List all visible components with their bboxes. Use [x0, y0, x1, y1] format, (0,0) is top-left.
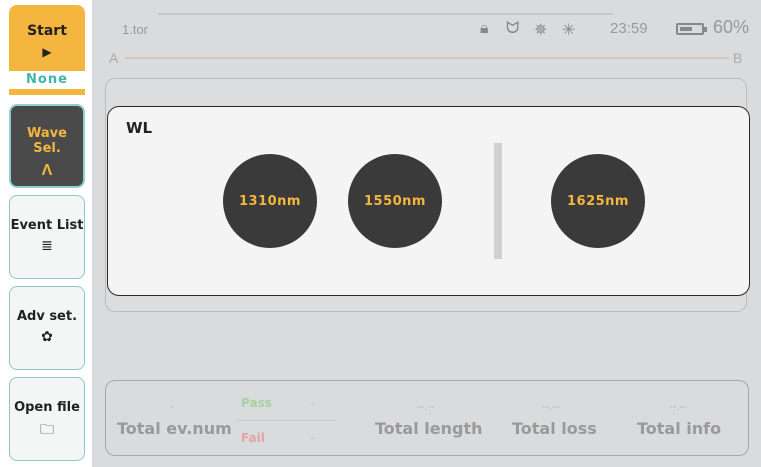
marker-b: B [733, 50, 743, 66]
lock-icon: 🔒︎ [480, 20, 489, 37]
fail-label: Fail [241, 431, 265, 445]
total-ev-num-label: Total ev.num [117, 419, 232, 438]
pass-fail-separator [236, 420, 336, 421]
ab-line [125, 57, 729, 59]
list-icon: ≣ [41, 237, 53, 253]
play-icon: ▶ [42, 45, 52, 59]
top-progress-line [158, 13, 613, 15]
wavelength-title: WL [126, 119, 153, 137]
pass-value: - [311, 398, 315, 410]
clock: 23:59 [610, 20, 648, 37]
wavelength-1550-button[interactable]: 1550nm [348, 154, 442, 248]
total-info-label: Total info [637, 419, 722, 438]
open-file-button[interactable]: Open file 🗀 [9, 377, 85, 461]
fail-value: - [311, 432, 315, 444]
marker-a: A [109, 50, 119, 66]
total-length-value: --.-- [417, 401, 435, 413]
total-loss-label: Total loss [512, 419, 597, 438]
adv-settings-button[interactable]: Adv set. ✿ [9, 286, 85, 370]
light-icon: ✳ [562, 22, 576, 39]
total-ev-num-value: - [170, 401, 174, 413]
wave-select-label: Wave Sel. [27, 126, 67, 156]
wavelength-1310-button[interactable]: 1310nm [223, 154, 317, 248]
laser-icon: ✵ [534, 22, 548, 39]
event-list-button[interactable]: Event List ≣ [9, 195, 85, 279]
open-file-label: Open file [14, 400, 80, 415]
wave-select-button[interactable]: Wave Sel. Λ [9, 104, 85, 188]
gear-icon: ✿ [41, 328, 53, 344]
battery-icon [676, 23, 707, 35]
wavelength-1625-button[interactable]: 1625nm [551, 154, 645, 248]
start-label: Start [27, 23, 67, 39]
folder-icon: 🗀 [40, 421, 54, 437]
divider [494, 143, 502, 259]
sidebar: Start ▶ None Wave Sel. Λ Event List ≣ Ad… [0, 0, 92, 467]
total-info-value: --.-- [669, 401, 687, 413]
battery-percent: 60% [713, 17, 750, 37]
total-length-label: Total length [375, 419, 483, 438]
file-name: 1.tor [122, 22, 149, 37]
adv-settings-label: Adv set. [16, 309, 78, 324]
total-loss-value: --.-- [542, 401, 560, 413]
summary-bar: - Total ev.num Pass - Fail - --.-- Total… [105, 380, 749, 456]
plug-icon: ᗢ [506, 20, 520, 37]
event-list-label: Event List [10, 218, 84, 233]
main-area: 1.tor 🔒︎ ᗢ ✵ ✳ 23:59 60% A B WL 1310nm 1… [92, 0, 761, 467]
pass-label: Pass [241, 396, 272, 410]
caret-up-icon: Λ [41, 162, 53, 179]
wavelength-panel: WL 1310nm 1550nm 1625nm [107, 106, 750, 296]
start-status: None [9, 71, 85, 89]
start-button[interactable]: Start ▶ None [9, 5, 85, 95]
